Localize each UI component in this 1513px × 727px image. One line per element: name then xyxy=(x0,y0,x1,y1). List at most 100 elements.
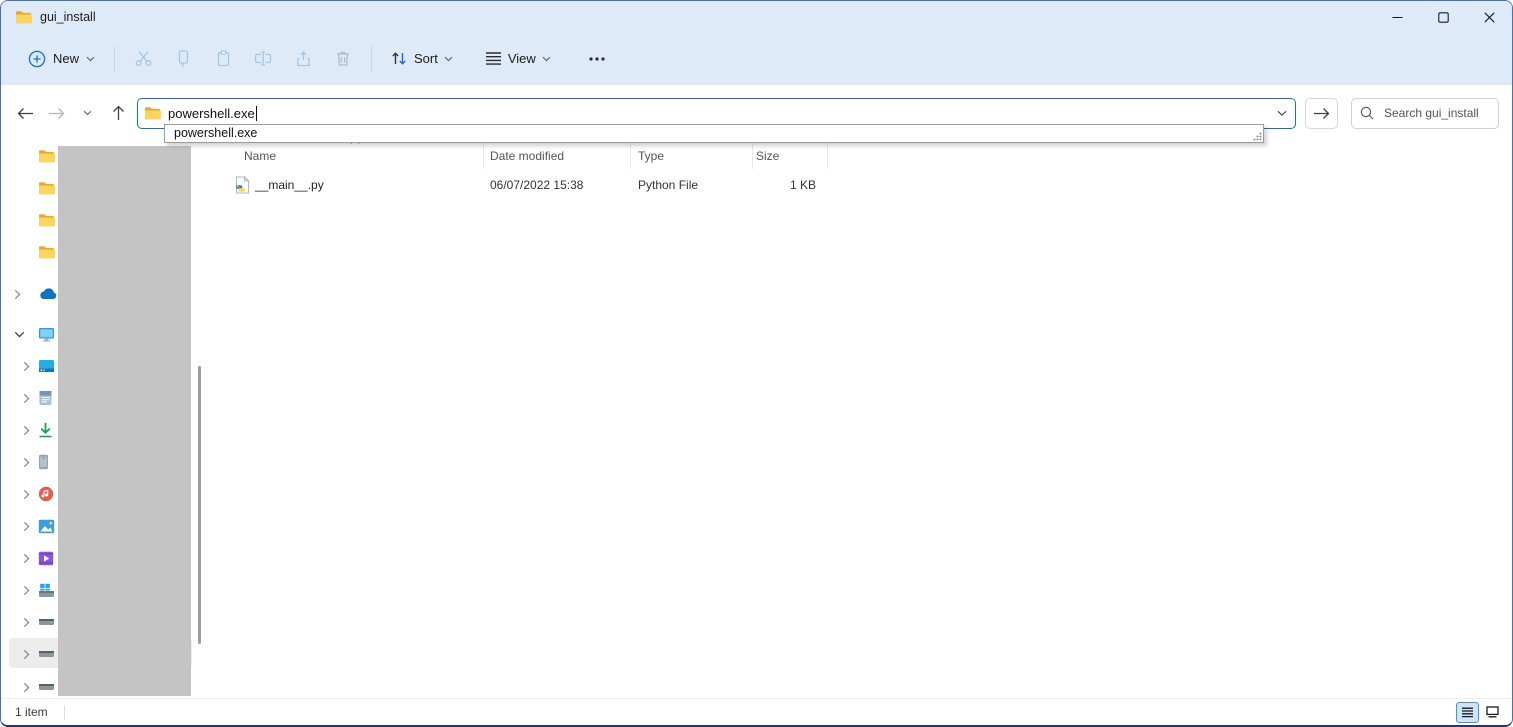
file-size: 1 KB xyxy=(753,178,828,192)
address-dropdown-chevron[interactable] xyxy=(1277,110,1287,117)
status-bar: 1 item xyxy=(1,698,1512,725)
column-header-size[interactable]: Size xyxy=(753,143,828,169)
view-icon xyxy=(485,51,502,66)
search-box[interactable] xyxy=(1351,98,1499,129)
chevron-right-icon[interactable] xyxy=(23,361,30,372)
up-arrow-icon xyxy=(112,105,125,121)
chevron-right-icon[interactable] xyxy=(23,393,30,404)
sort-button[interactable]: Sort xyxy=(380,43,463,75)
folder-icon xyxy=(15,10,32,24)
column-header-row: Name Date modified Type Size xyxy=(227,143,828,169)
onedrive-cloud-icon xyxy=(38,288,57,300)
item-count: 1 item xyxy=(15,705,48,719)
window-title: gui_install xyxy=(40,10,96,24)
copy-button[interactable] xyxy=(163,43,203,75)
maximize-button[interactable] xyxy=(1420,1,1466,33)
documents-icon xyxy=(38,390,53,406)
rename-button[interactable] xyxy=(243,43,283,75)
folder-icon xyxy=(38,245,55,259)
pictures-icon xyxy=(38,519,55,534)
address-autocomplete-dropdown: powershell.exe xyxy=(164,124,1264,143)
search-icon xyxy=(1360,106,1374,120)
chevron-right-icon[interactable] xyxy=(23,682,30,693)
folder-icon xyxy=(38,213,55,227)
title-bar: gui_install xyxy=(1,1,1512,33)
folder-icon xyxy=(38,149,55,163)
navigation-sidebar xyxy=(1,140,208,698)
window-controls xyxy=(1374,1,1512,33)
view-button[interactable]: View xyxy=(475,43,561,75)
nav-buttons xyxy=(1,99,133,127)
folder-icon xyxy=(38,181,55,195)
file-list-pane: Name Date modified Type Size __main__.py… xyxy=(211,140,1512,698)
cut-button[interactable] xyxy=(123,43,163,75)
chevron-right-icon[interactable] xyxy=(14,289,21,300)
chevron-right-icon[interactable] xyxy=(23,489,30,500)
close-button[interactable] xyxy=(1466,1,1512,33)
sort-icon xyxy=(390,50,408,67)
plus-circle-icon xyxy=(28,50,46,68)
file-row[interactable]: __main__.py 06/07/2022 15:38 Python File… xyxy=(227,173,828,197)
chevron-right-icon[interactable] xyxy=(23,425,30,436)
go-arrow-icon xyxy=(1313,107,1330,120)
chevron-right-icon[interactable] xyxy=(23,553,30,564)
forward-arrow-icon xyxy=(48,107,65,120)
column-header-date-modified[interactable]: Date modified xyxy=(484,143,631,169)
column-header-type[interactable]: Type xyxy=(631,143,753,169)
chevron-down-icon xyxy=(83,110,92,116)
more-ellipsis-icon xyxy=(589,57,605,61)
paste-icon xyxy=(214,49,233,68)
back-button[interactable] xyxy=(11,99,39,127)
downloads-icon xyxy=(38,422,53,438)
details-view-icon xyxy=(1461,707,1474,718)
up-button[interactable] xyxy=(105,99,133,127)
chevron-right-icon[interactable] xyxy=(23,521,30,532)
paste-button[interactable] xyxy=(203,43,243,75)
videos-icon xyxy=(38,551,54,566)
rename-icon xyxy=(253,49,273,68)
close-icon xyxy=(1484,12,1495,23)
chevron-right-icon[interactable] xyxy=(23,457,30,468)
large-icons-view-icon xyxy=(1486,706,1499,718)
go-button[interactable] xyxy=(1305,98,1338,129)
search-input[interactable] xyxy=(1382,105,1490,121)
minimize-icon xyxy=(1392,12,1403,23)
mobile-device-icon xyxy=(38,454,49,470)
new-button-label: New xyxy=(53,51,79,66)
details-view-button[interactable] xyxy=(1456,702,1479,723)
new-button[interactable]: New xyxy=(17,43,106,75)
share-button[interactable] xyxy=(283,43,323,75)
autocomplete-suggestion[interactable]: powershell.exe xyxy=(165,125,1263,142)
address-input-value[interactable]: powershell.exe xyxy=(168,106,255,121)
cut-icon xyxy=(134,49,153,68)
chevron-right-icon[interactable] xyxy=(23,649,30,660)
file-name-cell[interactable]: __main__.py xyxy=(227,176,484,194)
windows-drive-icon xyxy=(38,583,55,598)
file-name: __main__.py xyxy=(255,178,324,192)
file-explorer-window: gui_install New xyxy=(0,0,1513,727)
sidebar-scrollbar[interactable] xyxy=(198,366,201,644)
chevron-right-icon[interactable] xyxy=(23,585,30,596)
redacted-labels-overlay xyxy=(58,146,191,696)
python-file-icon xyxy=(234,176,250,194)
column-header-name[interactable]: Name xyxy=(227,143,484,169)
toolbar-divider xyxy=(371,46,372,72)
forward-button[interactable] xyxy=(42,99,70,127)
file-date-modified: 06/07/2022 15:38 xyxy=(484,178,631,192)
recent-locations-button[interactable] xyxy=(74,99,102,127)
delete-icon xyxy=(334,49,352,68)
sort-button-label: Sort xyxy=(414,51,438,66)
music-icon xyxy=(38,486,54,502)
minimize-button[interactable] xyxy=(1374,1,1420,33)
delete-button[interactable] xyxy=(323,43,363,75)
chevron-down-icon xyxy=(444,56,453,62)
chevron-down-icon[interactable] xyxy=(14,331,25,338)
drive-icon xyxy=(38,618,55,626)
share-icon xyxy=(294,49,313,68)
more-options-button[interactable] xyxy=(577,43,617,75)
large-icons-view-button[interactable] xyxy=(1481,702,1504,723)
resize-grip-icon[interactable] xyxy=(1252,131,1263,142)
copy-icon xyxy=(174,49,193,68)
file-type: Python File xyxy=(631,178,753,192)
chevron-right-icon[interactable] xyxy=(23,617,30,628)
